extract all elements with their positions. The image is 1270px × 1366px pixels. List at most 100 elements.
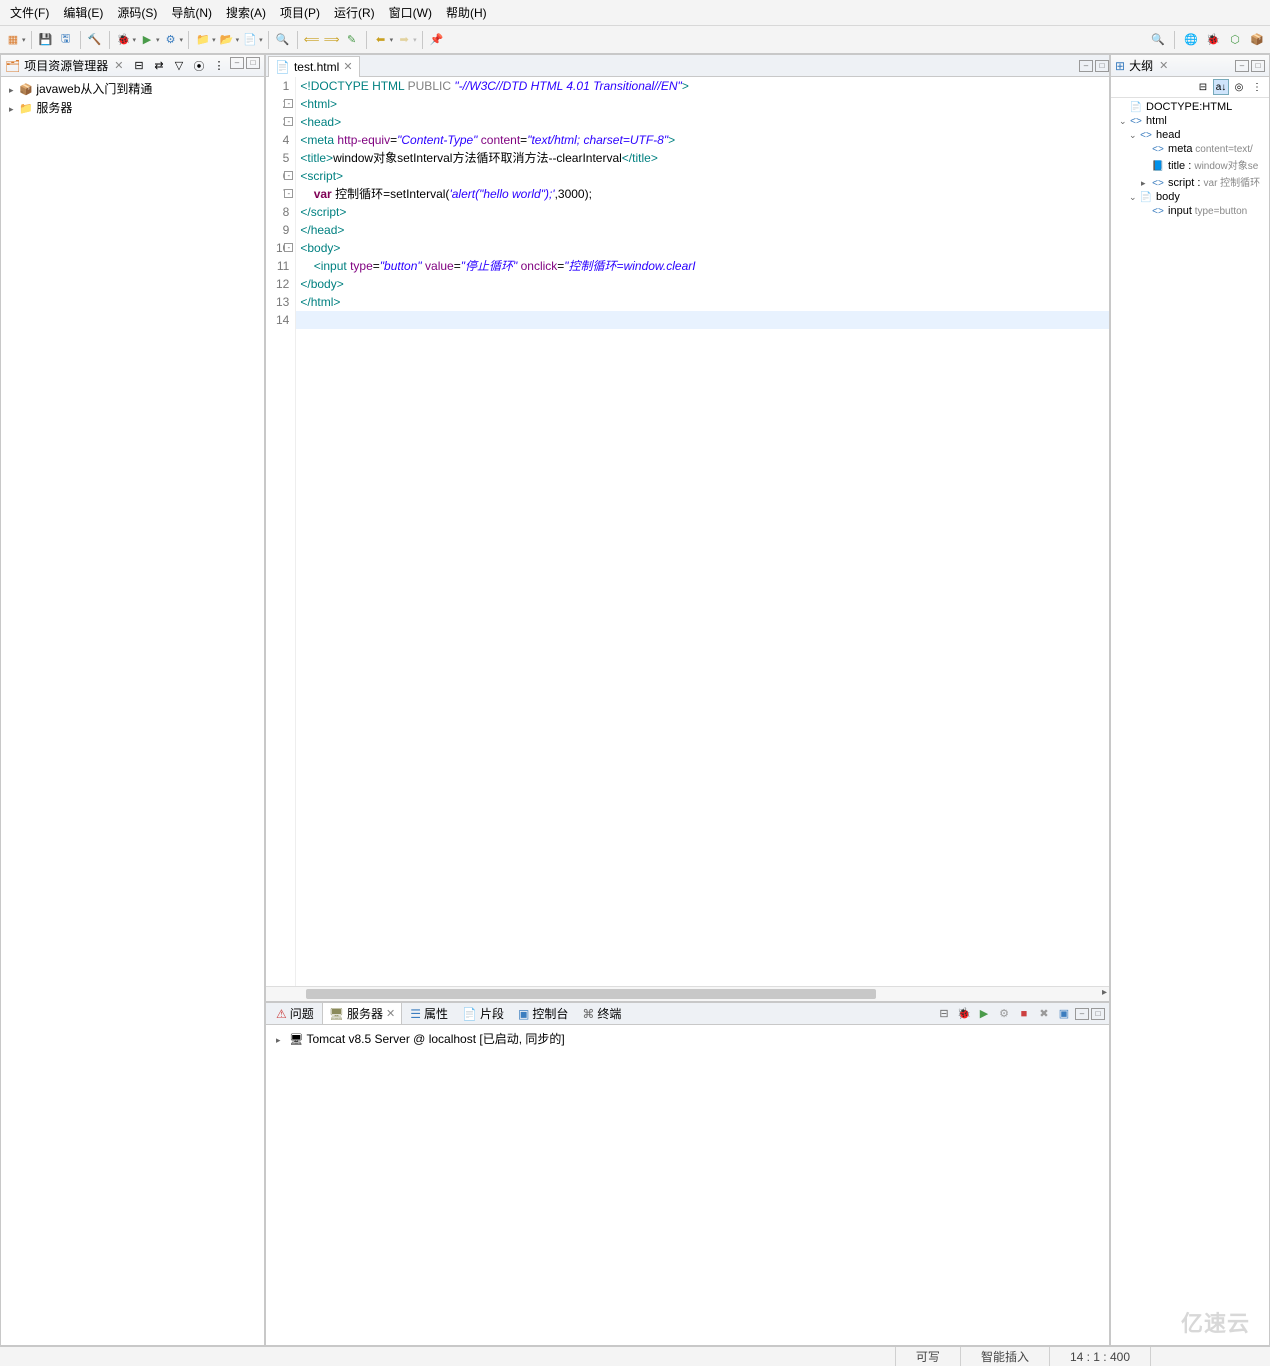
outline-item[interactable]: 📘 title : window对象se (1115, 156, 1265, 173)
menu-item[interactable]: 文件(F) (4, 2, 55, 23)
last-edit-button[interactable]: ✎ (343, 31, 361, 49)
menu-item[interactable]: 编辑(E) (57, 2, 109, 23)
link-editor-icon[interactable]: ⇄ (150, 57, 168, 75)
bottom-tab[interactable]: ☰属性 (404, 1003, 454, 1024)
close-icon[interactable]: ✕ (114, 59, 123, 72)
menu-item[interactable]: 帮助(H) (440, 2, 493, 23)
menu-item[interactable]: 运行(R) (328, 2, 381, 23)
bottom-tab[interactable]: ⚠问题 (270, 1003, 320, 1024)
outline-item[interactable]: <> meta content=text/ (1115, 142, 1265, 156)
outline-tree[interactable]: 📄 DOCTYPE:HTML⌄<> html⌄<> head<> meta co… (1111, 98, 1269, 1345)
maximize-icon[interactable]: □ (1095, 60, 1109, 72)
main-area: 🗂 项目资源管理器 ✕ ⊟ ⇄ ▽ ⦿ ⋮ – □ ▸📦 javaweb从入门到… (0, 54, 1270, 1346)
bottom-pane: ⚠问题🖥服务器✕☰属性📄片段▣控制台⌘终端 ⊟🐞▶⚙■✖▣–□ ▸ 🖥 Tomca… (265, 1002, 1110, 1346)
perspective-resource-icon[interactable]: 📦 (1248, 31, 1266, 49)
save-button[interactable]: 💾 (37, 31, 55, 49)
maximize-icon[interactable]: □ (1251, 60, 1265, 72)
menu-icon[interactable]: ⋮ (210, 57, 228, 75)
html-file-icon: 📄 (275, 60, 290, 74)
editor-scrollbar[interactable]: ▸ (266, 986, 1109, 1001)
outline-item[interactable]: ⌄<> head (1115, 128, 1265, 142)
debug-button[interactable]: 🐞 (115, 31, 133, 49)
outline-title: 大纲 (1129, 57, 1153, 74)
menu-item[interactable]: 源码(S) (111, 2, 163, 23)
outline-item[interactable]: 📄 DOCTYPE:HTML (1115, 100, 1265, 114)
perspective-debug-icon[interactable]: 🐞 (1204, 31, 1222, 49)
close-icon[interactable]: ✕ (343, 60, 352, 73)
explorer-tree[interactable]: ▸📦 javaweb从入门到精通▸📁 服务器 (1, 77, 264, 1345)
toolbar-icon[interactable]: ⚙ (995, 1005, 1013, 1023)
server-item[interactable]: ▸ 🖥 Tomcat v8.5 Server @ localhost [已启动,… (272, 1029, 1103, 1048)
editor-tab[interactable]: 📄 test.html ✕ (268, 56, 360, 77)
toolbar-icon[interactable]: ■ (1015, 1005, 1033, 1023)
maximize-icon[interactable]: □ (246, 57, 260, 69)
server-label: Tomcat v8.5 Server @ localhost [已启动, 同步的… (306, 1032, 564, 1046)
run-button[interactable]: ▶ (138, 31, 156, 49)
outline-pane: ⊞ 大纲 ✕ – □ ⊟ a↓ ◎ ⋮ 📄 DOCTYPE:HTML⌄<> ht… (1110, 54, 1270, 1346)
toolbar-icon[interactable]: ⊟ (935, 1005, 953, 1023)
close-icon[interactable]: ✕ (386, 1007, 395, 1020)
nav-next-button[interactable]: ⟹ (323, 31, 341, 49)
servers-view[interactable]: ▸ 🖥 Tomcat v8.5 Server @ localhost [已启动,… (266, 1025, 1109, 1345)
outline-icon: ⊞ (1115, 59, 1125, 73)
bottom-tab[interactable]: ▣控制台 (512, 1003, 574, 1024)
toolbar-icon[interactable]: □ (1091, 1008, 1105, 1020)
save-all-button[interactable]: 🖫 (57, 31, 75, 49)
menu-item[interactable]: 项目(P) (274, 2, 326, 23)
menubar: 文件(F)编辑(E)源码(S)导航(N)搜索(A)项目(P)运行(R)窗口(W)… (0, 0, 1270, 26)
forward-button[interactable]: ➡ (395, 31, 413, 49)
minimize-icon[interactable]: – (1079, 60, 1093, 72)
filter-icon[interactable]: ▽ (170, 57, 188, 75)
run-external-button[interactable]: ⚙ (162, 31, 180, 49)
hammer-icon[interactable]: 🔨 (86, 31, 104, 49)
search-button[interactable]: 🔍 (274, 31, 292, 49)
back-button[interactable]: ⬅ (372, 31, 390, 49)
editor-tab-label: test.html (294, 60, 339, 74)
code-editor[interactable]: 12-3-456-7-8910-11121314 <!DOCTYPE HTML … (266, 77, 1109, 986)
explorer-title: 项目资源管理器 (24, 57, 108, 74)
toolbar-icon[interactable]: ✖ (1035, 1005, 1053, 1023)
hide-icon[interactable]: ◎ (1231, 79, 1247, 95)
menu-item[interactable]: 窗口(W) (383, 2, 438, 23)
minimize-icon[interactable]: – (230, 57, 244, 69)
pin-button[interactable]: 📌 (428, 31, 446, 49)
bottom-tab[interactable]: 🖥服务器✕ (322, 1003, 402, 1024)
collapse-all-icon[interactable]: ⊟ (130, 57, 148, 75)
status-position: 14 : 1 : 400 (1049, 1347, 1150, 1366)
quick-access-button[interactable]: 🔍 (1149, 31, 1167, 49)
menu-item[interactable]: 导航(N) (165, 2, 218, 23)
close-icon[interactable]: ✕ (1159, 59, 1168, 72)
bottom-tabs: ⚠问题🖥服务器✕☰属性📄片段▣控制台⌘终端 ⊟🐞▶⚙■✖▣–□ (266, 1003, 1109, 1025)
new-file-button[interactable]: 📄 (241, 31, 259, 49)
tree-item[interactable]: ▸📁 服务器 (5, 98, 260, 117)
tree-item[interactable]: ▸📦 javaweb从入门到精通 (5, 79, 260, 98)
toolbar-icon[interactable]: ▶ (975, 1005, 993, 1023)
toolbar-icon[interactable]: 🐞 (955, 1005, 973, 1023)
sort-icon[interactable]: a↓ (1213, 79, 1229, 95)
menu-item[interactable]: 搜索(A) (220, 2, 272, 23)
statusbar: 可写 智能插入 14 : 1 : 400 (0, 1346, 1270, 1366)
new-server-button[interactable]: 📁 (194, 31, 212, 49)
outline-item[interactable]: ▸<> script : var 控制循环 (1115, 173, 1265, 190)
new-button[interactable]: ▦ (4, 31, 22, 49)
collapse-all-icon[interactable]: ⊟ (1195, 79, 1211, 95)
perspective-java-icon[interactable]: ⬡ (1226, 31, 1244, 49)
toolbar-icon[interactable]: – (1075, 1008, 1089, 1020)
outline-item[interactable]: ⌄📄 body (1115, 190, 1265, 204)
nav-prev-button[interactable]: ⟸ (303, 31, 321, 49)
bottom-tab[interactable]: ⌘终端 (576, 1003, 627, 1024)
minimize-icon[interactable]: – (1235, 60, 1249, 72)
bottom-tab[interactable]: 📄片段 (456, 1003, 510, 1024)
menu-icon[interactable]: ⋮ (1249, 79, 1265, 95)
outline-item[interactable]: <> input type=button (1115, 204, 1265, 218)
folder-icon: 🗂 (5, 59, 20, 73)
toolbar-icon[interactable]: ▣ (1055, 1005, 1073, 1023)
new-project-button[interactable]: 📂 (218, 31, 236, 49)
main-toolbar: ▦▾ 💾 🖫 🔨 🐞▾ ▶▾ ⚙▾ 📁▾ 📂▾ 📄▾ 🔍 ⟸ ⟹ ✎ ⬅▾ ➡▾… (0, 26, 1270, 54)
project-explorer-pane: 🗂 项目资源管理器 ✕ ⊟ ⇄ ▽ ⦿ ⋮ – □ ▸📦 javaweb从入门到… (0, 54, 265, 1346)
status-insert: 智能插入 (960, 1347, 1049, 1366)
editor-pane: 📄 test.html ✕ – □ 12-3-456-7-8910-111213… (265, 54, 1110, 1002)
perspective-jee-icon[interactable]: 🌐 (1182, 31, 1200, 49)
focus-icon[interactable]: ⦿ (190, 57, 208, 75)
outline-item[interactable]: ⌄<> html (1115, 114, 1265, 128)
